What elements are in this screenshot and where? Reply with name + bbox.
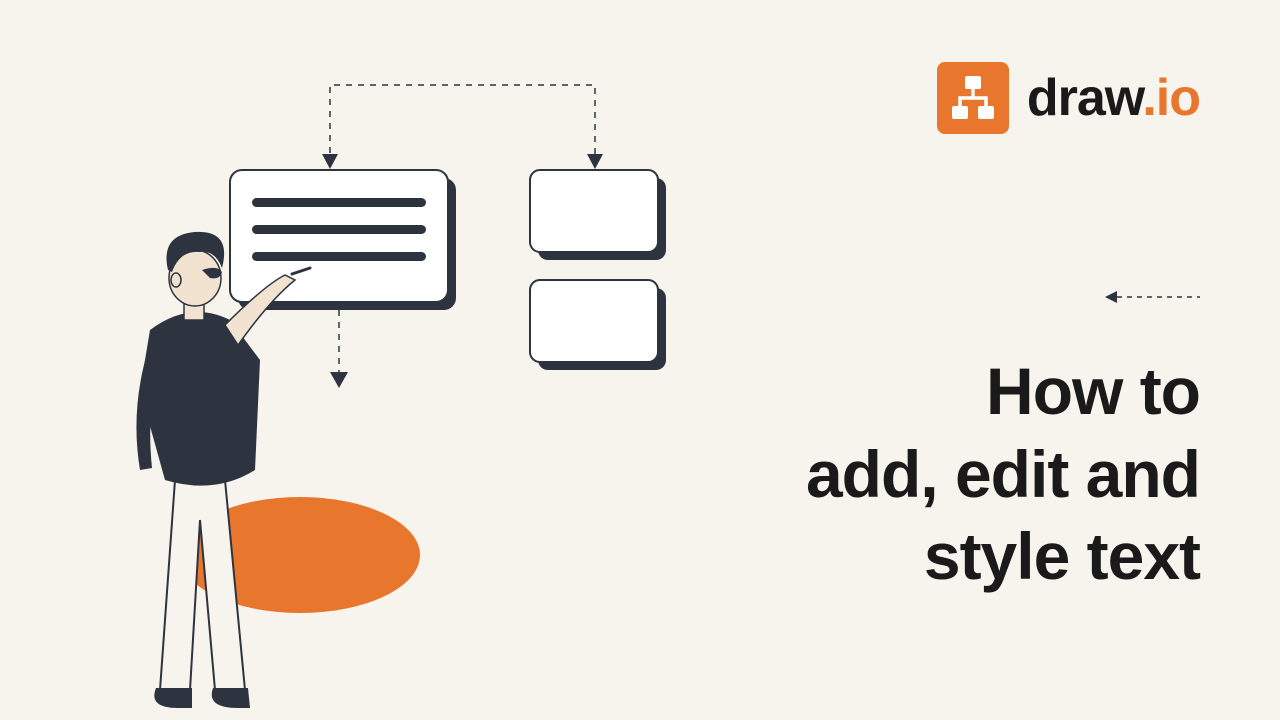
logo-text-prefix: draw — [1027, 69, 1142, 127]
diagram-card-small-1 — [530, 170, 666, 260]
logo-wordmark: draw.io — [1027, 68, 1200, 128]
diagram-card-small-2 — [530, 280, 666, 370]
decorative-arrow-left-icon — [1105, 290, 1200, 304]
hero-illustration — [60, 50, 700, 710]
title-line-3: style text — [806, 515, 1200, 598]
title-line-1: How to — [806, 350, 1200, 433]
page-title: How to add, edit and style text — [806, 350, 1200, 598]
title-line-2: add, edit and — [806, 433, 1200, 516]
logo-text-suffix: .io — [1142, 69, 1200, 127]
brand-logo: draw.io — [937, 62, 1200, 134]
logo-icon — [937, 62, 1009, 134]
